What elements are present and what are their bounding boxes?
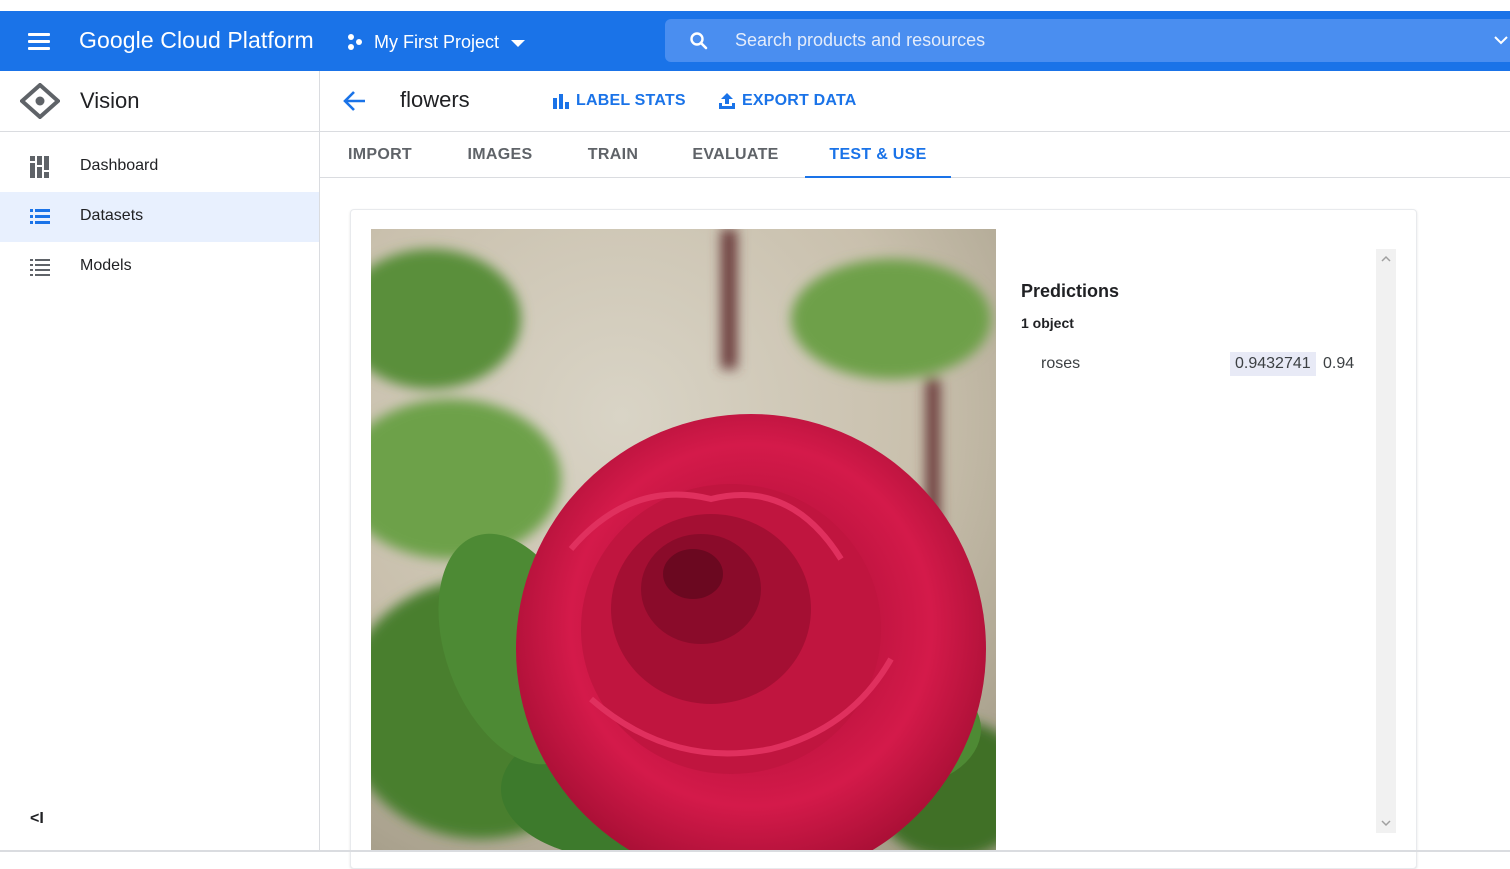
chevron-down-icon[interactable] [1493, 32, 1509, 48]
sidebar-item-datasets[interactable]: Datasets [0, 192, 319, 242]
sidebar-item-label: Dashboard [80, 157, 159, 174]
product-title: Vision [80, 88, 140, 113]
search-icon [690, 32, 708, 50]
prediction-score: 0.94 [1323, 355, 1355, 372]
tab-train[interactable]: TRAIN [560, 132, 666, 178]
list-icon [30, 259, 50, 276]
tab-import[interactable]: IMPORT [320, 132, 440, 178]
tab-evaluate[interactable]: EVALUATE [666, 132, 805, 178]
page-header: flowers LABEL STATS EXPORT DATA [320, 71, 1510, 132]
sidebar-item-label: Datasets [80, 207, 144, 224]
dashboard-icon [30, 156, 49, 178]
export-data-label: EXPORT DATA [742, 92, 857, 109]
predictions-count: 1 object [1021, 315, 1074, 331]
brand-title[interactable]: Google Cloud Platform [79, 27, 314, 54]
search-input[interactable]: Search products and resources [735, 30, 985, 51]
list-icon [30, 209, 50, 224]
export-data-button[interactable]: EXPORT DATA [718, 90, 857, 112]
bar-chart-icon [553, 94, 569, 109]
back-arrow-icon[interactable] [342, 88, 368, 114]
sidebar-item-models[interactable]: Models [0, 242, 319, 292]
predictions-scrollbar[interactable] [1376, 249, 1396, 833]
sidebar: Vision Dashboard Datasets Models <I [0, 71, 320, 852]
tab-images[interactable]: IMAGES [440, 132, 560, 178]
page-title: flowers [400, 87, 470, 112]
scroll-up-icon[interactable] [1380, 253, 1392, 265]
uploaded-image [371, 229, 996, 852]
rose-photo [371, 229, 996, 852]
project-selector[interactable]: My First Project [346, 29, 526, 55]
label-stats-label: LABEL STATS [576, 92, 686, 109]
project-name: My First Project [374, 31, 500, 52]
search-bar[interactable]: Search products and resources [665, 19, 1510, 62]
label-stats-button[interactable]: LABEL STATS [552, 90, 686, 112]
tab-bar: IMPORT IMAGES TRAIN EVALUATE TEST & USE [320, 132, 1510, 178]
tab-test-and-use[interactable]: TEST & USE [805, 132, 951, 178]
predictions-title: Predictions [1021, 281, 1120, 301]
scroll-down-icon[interactable] [1380, 817, 1392, 829]
project-icon [346, 33, 364, 51]
vision-logo-icon [20, 83, 60, 119]
browser-top-strip [0, 0, 1510, 11]
upload-icon [719, 93, 735, 109]
chevron-down-icon [511, 39, 526, 47]
sidebar-item-label: Models [80, 257, 132, 274]
collapse-sidebar-button[interactable]: <I [30, 810, 44, 828]
prediction-label: roses [1041, 355, 1081, 372]
sidebar-header: Vision [0, 71, 319, 132]
sidebar-item-dashboard[interactable]: Dashboard [0, 142, 319, 192]
prediction-raw-score: 0.9432741 [1230, 352, 1316, 376]
top-app-bar: Google Cloud Platform My First Project S… [0, 11, 1510, 71]
hamburger-menu-icon[interactable] [24, 28, 54, 54]
